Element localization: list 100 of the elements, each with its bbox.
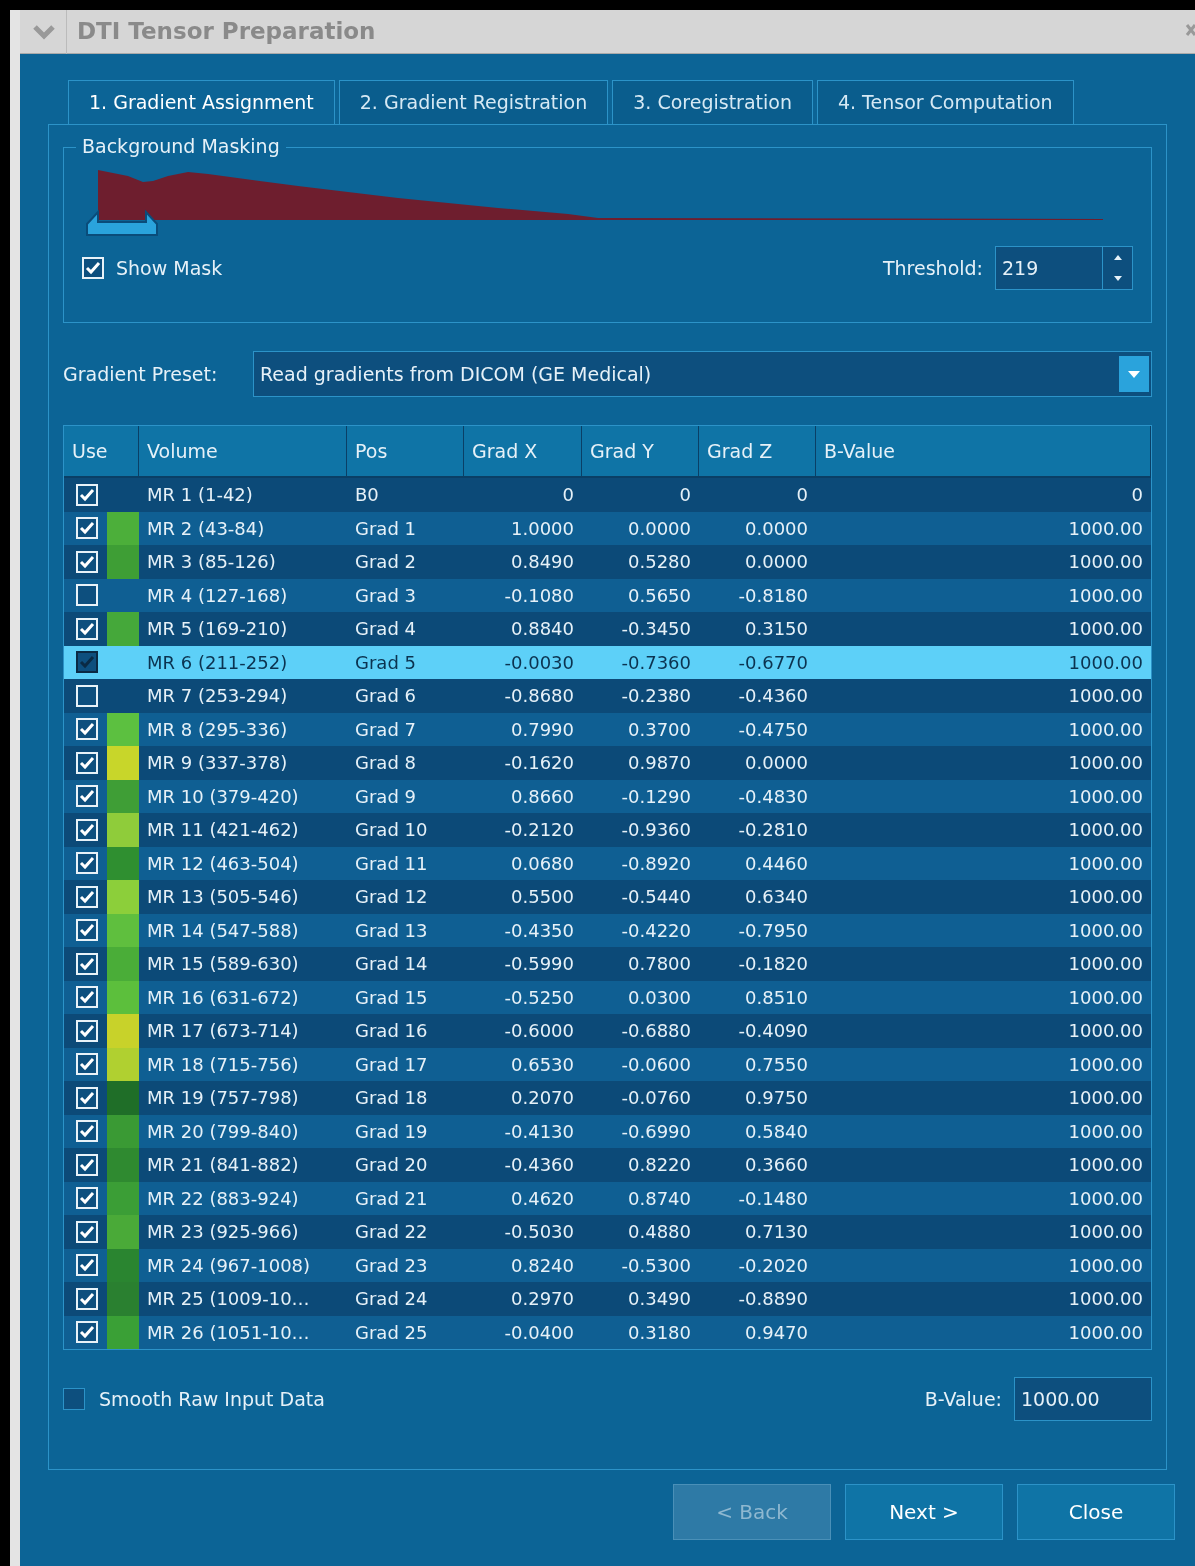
input-field[interactable]: 1000.00	[1014, 1377, 1152, 1421]
table-cell-text: MR 24 (967-1008)	[146, 1253, 312, 1278]
table-cell-text: 0.8840	[510, 617, 575, 642]
tab[interactable]: 4. Tensor Computation	[816, 80, 1074, 124]
checkmark-icon	[79, 889, 95, 904]
table-cell-text: MR 9 (337-378)	[146, 751, 289, 776]
table-cell-text: 1000.00	[1067, 1019, 1144, 1044]
table-cell-text: -0.1480	[737, 1186, 809, 1211]
table-cell-text: -0.5300	[620, 1253, 692, 1278]
table-cell-text: 1000.00	[1067, 717, 1144, 742]
table-cell-text: MR 6 (211-252)	[146, 650, 289, 675]
table-row[interactable]: MR 2 (43-84) Grad 1 1.0000 0.0000 0.0000 1000.00	[64, 511, 1151, 545]
table-row[interactable]: MR 11 (421-462) Grad 10 -0.2120 -0.9360 -0.2810 1000.00	[64, 813, 1151, 847]
table-cell-text: 0.3150	[744, 617, 809, 642]
table-cell-text: Grad 25	[354, 1320, 429, 1345]
table-cell-text: MR 13 (505-546)	[146, 885, 300, 910]
table-row[interactable]: MR 13 (505-546) Grad 12 0.5500 -0.5440 0.6340 1000.00	[64, 880, 1151, 914]
checkmark-icon	[79, 822, 95, 837]
spin-box[interactable]: 219	[995, 246, 1133, 290]
table-row[interactable]: MR 9 (337-378) Grad 8 -0.1620 0.9870 0.0000 1000.00	[64, 746, 1151, 780]
dialog-button[interactable]: Next >	[845, 1484, 1003, 1540]
table-row[interactable]: MR 15 (589-630) Grad 14 -0.5990 0.7800 -0.1820 1000.00	[64, 947, 1151, 981]
field-label: Gradient Preset:	[63, 361, 219, 387]
checkmark-icon	[79, 1057, 95, 1072]
table-cell-text: 1000.00	[1067, 1287, 1144, 1312]
dialog-button[interactable]: Close	[1017, 1484, 1175, 1540]
table-row[interactable]: MR 3 (85-126) Grad 2 0.8490 0.5280 0.0000 1000.00	[64, 545, 1151, 579]
table-cell-text: -0.1820	[737, 952, 809, 977]
table-cell-text: 0.8240	[510, 1253, 575, 1278]
table-row[interactable]: MR 23 (925-966) Grad 22 -0.5030 0.4880 0.7130 1000.00	[64, 1215, 1151, 1249]
table-cell-text: 1000.00	[1067, 751, 1144, 776]
table-row[interactable]: MR 12 (463-504) Grad 11 0.0680 -0.8920 0.4460 1000.00	[64, 846, 1151, 880]
table-cell-text: -0.1620	[503, 751, 575, 776]
table-cell-text: Grad 16	[354, 1019, 429, 1044]
table-row[interactable]: MR 7 (253-294) Grad 6 -0.8680 -0.2380 -0.4360 1000.00	[64, 679, 1151, 713]
table-cell-text: 1000.00	[1067, 1253, 1144, 1278]
table-cell-text: MR 23 (925-966)	[146, 1220, 300, 1245]
tab[interactable]: 1. Gradient Assignment	[68, 80, 335, 124]
table-row[interactable]: MR 18 (715-756) Grad 17 0.6530 -0.0600 0.7550 1000.00	[64, 1047, 1151, 1081]
table-cell-text: Grad 6	[354, 684, 417, 709]
table-cell-text: -0.4830	[737, 784, 809, 809]
table-cell-text: -0.5990	[503, 952, 575, 977]
table-cell-text: 0.8510	[744, 985, 809, 1010]
table-cell-text: -0.4090	[737, 1019, 809, 1044]
table-cell-text: MR 21 (841-882)	[146, 1153, 300, 1178]
table-cell-text: 0.0680	[510, 851, 575, 876]
table-cell-text: 0	[678, 483, 692, 508]
table-cell-text: Grad 4	[354, 617, 417, 642]
table-row[interactable]: MR 26 (1051-10… Grad 25 -0.0400 0.3180 0.9470 1000.00	[64, 1315, 1151, 1349]
table-cell-text: 0.3660	[744, 1153, 809, 1178]
checkmark-icon	[79, 755, 95, 770]
checkbox[interactable]	[76, 651, 98, 674]
table-row[interactable]: MR 16 (631-672) Grad 15 -0.5250 0.0300 0.8510 1000.00	[64, 980, 1151, 1014]
table-row[interactable]: MR 21 (841-882) Grad 20 -0.4360 0.8220 0.3660 1000.00	[64, 1148, 1151, 1182]
table-cell-text: Grad 14	[354, 952, 429, 977]
table-cell-text: 0.4620	[510, 1186, 575, 1211]
table-cell-text: -0.4750	[737, 717, 809, 742]
table-cell-text: 1000.00	[1067, 1052, 1144, 1077]
tab[interactable]: 2. Gradient Registration	[338, 80, 609, 124]
checkmark-icon	[79, 923, 95, 938]
table-cell-text: 1000.00	[1067, 583, 1144, 608]
table-row[interactable]: MR 25 (1009-10… Grad 24 0.2970 0.3490 -0.8890 1000.00	[64, 1282, 1151, 1316]
slider-handle[interactable]	[86, 208, 158, 236]
table-row[interactable]: MR 6 (211-252) Grad 5 -0.0030 -0.7360 -0.6770 1000.00	[64, 645, 1151, 679]
table-row[interactable]: MR 19 (757-798) Grad 18 0.2070 -0.0760 0.9750 1000.00	[64, 1081, 1151, 1115]
checkmark-icon	[79, 655, 95, 670]
table-cell-text: Grad 1	[354, 516, 417, 541]
table-cell-text: Grad 24	[354, 1287, 429, 1312]
table-cell-text: 0.9470	[744, 1320, 809, 1345]
table-cell-text: -0.9360	[620, 818, 692, 843]
tab[interactable]: 3. Coregistration	[612, 80, 813, 124]
table-row[interactable]: MR 4 (127-168) Grad 3 -0.1080 0.5650 -0.8180 1000.00	[64, 578, 1151, 612]
table-cell-text: 0.7800	[627, 952, 692, 977]
table-row[interactable]: MR 14 (547-588) Grad 13 -0.4350 -0.4220 -0.7950 1000.00	[64, 913, 1151, 947]
table-cell-text: 1000.00	[1067, 617, 1144, 642]
caret-icon[interactable]	[1119, 356, 1149, 392]
table-cell-text: Grad 12	[354, 885, 429, 910]
table-row[interactable]: MR 22 (883-924) Grad 21 0.4620 0.8740 -0.1480 1000.00	[64, 1181, 1151, 1215]
table-cell-text: Grad 20	[354, 1153, 429, 1178]
table-row[interactable]: MR 8 (295-336) Grad 7 0.7990 0.3700 -0.4750 1000.00	[64, 712, 1151, 746]
table-row[interactable]: MR 1 (1-42) B0 0 0 0 0	[64, 478, 1151, 512]
table-row[interactable]: MR 17 (673-714) Grad 16 -0.6000 -0.6880 -0.4090 1000.00	[64, 1014, 1151, 1048]
table-cell-text: B0	[354, 483, 380, 508]
table-cell-text: MR 17 (673-714)	[146, 1019, 300, 1044]
table-row[interactable]: MR 5 (169-210) Grad 4 0.8840 -0.3450 0.3150 1000.00	[64, 612, 1151, 646]
table-cell-text: MR 2 (43-84)	[146, 516, 266, 541]
table-cell-text: Grad 18	[354, 1086, 429, 1111]
table-cell-text: Grad 8	[354, 751, 417, 776]
table-cell-text: 1000.00	[1067, 550, 1144, 575]
dropdown[interactable]: Read gradients from DICOM (GE Medical)	[253, 351, 1152, 397]
table-cell-text: MR 14 (547-588)	[146, 918, 300, 943]
table-cell-text: MR 22 (883-924)	[146, 1186, 300, 1211]
table-cell-text: MR 25 (1009-10…	[146, 1287, 311, 1312]
table-row[interactable]: MR 10 (379-420) Grad 9 0.8660 -0.1290 -0.4830 1000.00	[64, 779, 1151, 813]
table-cell-text: MR 15 (589-630)	[146, 952, 300, 977]
checkmark-icon	[79, 722, 95, 737]
table-row[interactable]: MR 20 (799-840) Grad 19 -0.4130 -0.6990 0.5840 1000.00	[64, 1114, 1151, 1148]
checkbox[interactable]	[63, 1388, 85, 1410]
table-cell-text: -0.0400	[503, 1320, 575, 1345]
table-row[interactable]: MR 24 (967-1008) Grad 23 0.8240 -0.5300 -0.2020 1000.00	[64, 1248, 1151, 1282]
